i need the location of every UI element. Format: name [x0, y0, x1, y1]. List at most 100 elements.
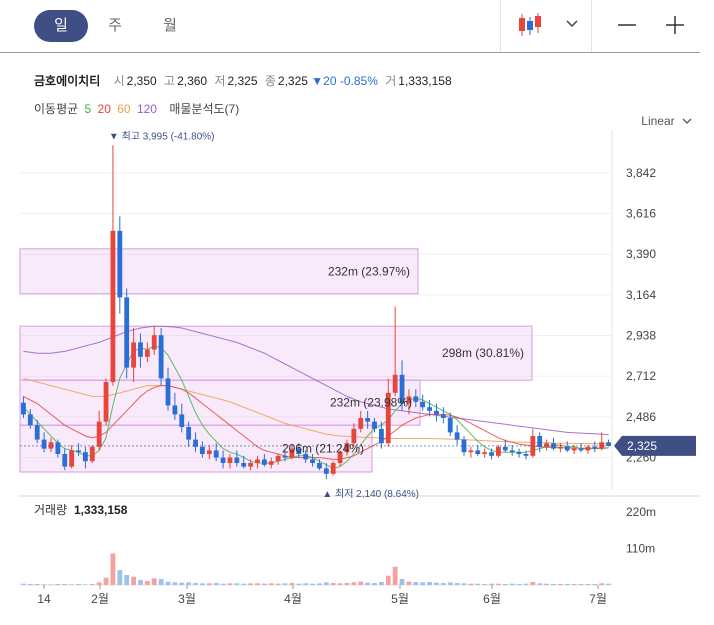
y-tick-label: 3,616: [626, 207, 656, 221]
volume-bar: [420, 582, 426, 585]
candle-body: [255, 459, 260, 463]
volume-bar: [358, 581, 364, 585]
candle-body: [544, 443, 550, 447]
candle-body: [496, 446, 501, 456]
volume-bar: [103, 577, 109, 585]
candle-body: [392, 374, 398, 393]
volume-bar: [144, 581, 150, 585]
volume-bar: [206, 583, 212, 585]
volume-bar: [213, 583, 219, 585]
volume-bar: [509, 583, 515, 585]
candle-body: [62, 454, 68, 467]
volume-bar: [96, 582, 102, 585]
volume-tick-label: 220m: [626, 505, 656, 519]
volume-bar: [76, 584, 81, 585]
candle-body: [509, 450, 515, 453]
volume-bar: [585, 584, 591, 585]
candle-body: [454, 432, 460, 440]
volume-bar: [551, 584, 556, 585]
x-tick-label: 14: [37, 592, 51, 606]
volume-bar: [475, 583, 481, 585]
volume-bar: [454, 583, 460, 585]
volume-bar: [392, 566, 398, 585]
x-tick-label: 5월: [391, 592, 409, 606]
x-tick-label: 2월: [91, 592, 109, 606]
candle-body: [557, 446, 563, 449]
volume-bar: [296, 583, 302, 585]
candle-body: [468, 450, 474, 453]
volume-profile-label: 232m (23.97%): [328, 264, 410, 278]
volume-bar: [578, 584, 584, 585]
y-tick-label: 3,390: [626, 247, 656, 261]
volume-bar: [571, 584, 577, 585]
candle-body: [151, 335, 157, 350]
candle-body: [317, 463, 322, 469]
volume-bar: [378, 582, 384, 585]
candle-body: [282, 455, 288, 458]
volume-bar: [557, 584, 563, 585]
candle-body: [275, 455, 281, 462]
volume-bar: [482, 584, 488, 585]
candle-body: [578, 448, 584, 451]
volume-bar: [261, 583, 267, 585]
candle-body: [213, 450, 219, 458]
y-tick-label: 3,164: [626, 288, 656, 302]
candle-body: [523, 454, 529, 456]
candle-body: [241, 463, 247, 467]
volume-bar: [399, 579, 405, 585]
volume-bar: [89, 584, 95, 585]
candle-body: [172, 405, 178, 415]
candle-body: [158, 335, 164, 379]
volume-bar: [82, 584, 88, 585]
candle-body: [248, 463, 254, 467]
volume-bar: [282, 583, 288, 585]
candle-body: [34, 425, 40, 440]
high-marker: ▼ 최고 3,995 (-41.80%): [109, 130, 215, 142]
volume-bar: [496, 583, 501, 585]
candle-body: [227, 457, 233, 463]
volume-bar: [351, 582, 357, 585]
candle-body: [234, 457, 240, 463]
price-chart[interactable]: 3,8423,6163,3903,1642,9382,7122,4862,260…: [0, 0, 714, 625]
volume-bar: [537, 583, 543, 585]
volume-bar: [365, 582, 371, 585]
volume-bar: [55, 584, 61, 585]
candle-body: [41, 439, 47, 449]
x-tick-label: 4월: [284, 592, 302, 606]
candle-body: [179, 414, 185, 427]
volume-profile-label: 298m (30.81%): [442, 346, 524, 360]
volume-bar: [372, 583, 377, 585]
candle-body: [48, 442, 54, 449]
candle-body: [372, 421, 377, 429]
volume-bar: [489, 583, 494, 585]
candle-body: [482, 452, 488, 454]
candle-body: [268, 461, 274, 465]
candle-body: [27, 414, 33, 426]
volume-bar: [337, 583, 343, 585]
candle-body: [186, 427, 192, 440]
x-tick-label: 6월: [483, 592, 501, 606]
volume-bar: [172, 582, 178, 585]
volume-bar: [606, 583, 611, 585]
volume-bar: [530, 582, 536, 585]
candle-body: [124, 297, 130, 368]
candle-body: [358, 418, 364, 429]
candle-body: [365, 418, 371, 422]
candle-body: [413, 396, 419, 402]
candle-body: [585, 446, 591, 451]
volume-bar: [21, 583, 26, 585]
volume-tick-label: 110m: [626, 541, 655, 555]
volume-profile-label: 206m (21.24%): [282, 442, 364, 456]
volume-bar: [34, 584, 40, 585]
volume-bar: [434, 582, 439, 585]
candle-body: [502, 446, 508, 451]
candle-body: [89, 446, 95, 462]
volume-bar: [427, 582, 432, 585]
candle-body: [440, 414, 446, 418]
candle-body: [55, 442, 61, 454]
candle-body: [76, 450, 81, 453]
volume-bar: [440, 583, 446, 585]
volume-bar: [48, 584, 54, 585]
candle-body: [144, 349, 150, 357]
volume-bar: [117, 570, 123, 585]
